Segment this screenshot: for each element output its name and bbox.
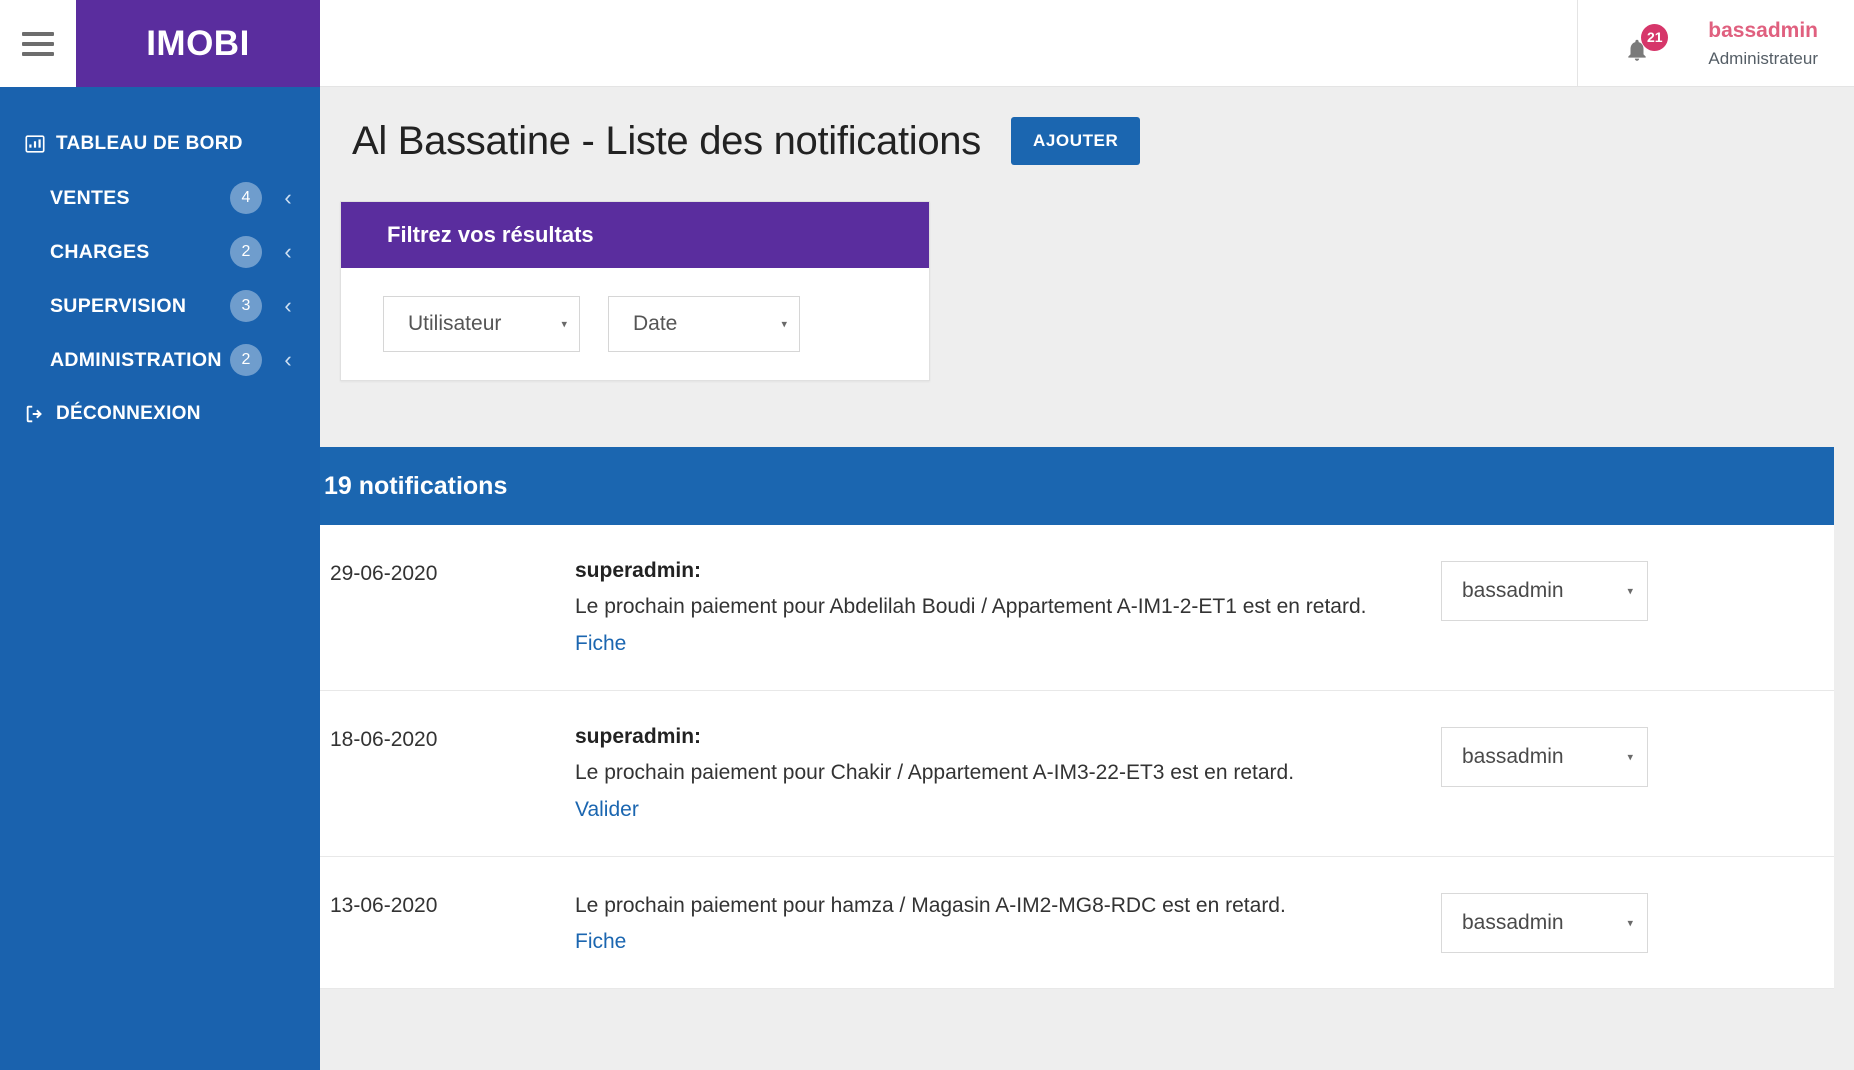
filter-card-body: Utilisateur ▾ Date ▾ (341, 268, 929, 380)
notification-action: bassadmin ▾ (1415, 725, 1648, 787)
notification-author: superadmin: (575, 559, 702, 582)
chevron-left-icon[interactable]: ‹ (280, 293, 296, 319)
sidebar-item-label: TABLEAU DE BORD (56, 133, 243, 154)
sidebar-badge-supervision: 3 (230, 290, 262, 322)
notification-date: 29-06-2020 (330, 562, 438, 585)
chevron-left-icon[interactable]: ‹ (280, 347, 296, 373)
sidebar-item-supervision[interactable]: SUPERVISION 3 ‹ (0, 279, 320, 333)
notification-link[interactable]: Fiche (575, 930, 626, 954)
sidebar-item-label: ADMINISTRATION (50, 348, 222, 371)
notification-message: Le prochain paiement pour Chakir / Appar… (575, 760, 1295, 784)
user-name: bassadmin (1708, 19, 1818, 43)
top-bar-right: 21 bassadmin Administrateur (1577, 0, 1854, 87)
filter-card: Filtrez vos résultats Utilisateur ▾ Date… (340, 201, 930, 381)
menu-toggle-button[interactable] (0, 0, 76, 87)
add-button[interactable]: AJOUTER (1010, 117, 1141, 165)
filter-date-select-value: Date (633, 312, 678, 335)
chevron-down-icon: ▾ (1627, 585, 1633, 598)
dashboard-chart-icon (22, 133, 48, 155)
table-row: 13-06-2020 Le prochain paiement pour ham… (320, 857, 1834, 990)
notification-assignee-value: bassadmin (1462, 910, 1564, 934)
sidebar-badge-charges: 2 (230, 236, 262, 268)
notification-assignee-value: bassadmin (1462, 579, 1564, 602)
filter-date-select[interactable]: Date ▾ (608, 296, 800, 352)
chevron-left-icon[interactable]: ‹ (280, 239, 296, 265)
chevron-down-icon: ▾ (1627, 751, 1633, 764)
filter-user-select-value: Utilisateur (408, 312, 502, 335)
chevron-down-icon: ▾ (1627, 917, 1633, 930)
hamburger-icon (22, 31, 54, 56)
sidebar-item-deconnexion[interactable]: DÉCONNEXION (0, 387, 320, 441)
sidebar-badge-ventes: 4 (230, 182, 262, 214)
notification-assignee-select[interactable]: bassadmin ▾ (1441, 726, 1648, 787)
sidebar-badge-administration: 2 (230, 344, 262, 376)
notification-body: superadmin: Le prochain paiement pour Ch… (575, 725, 1415, 822)
notification-assignee-value: bassadmin (1462, 744, 1564, 768)
sidebar-item-label: SUPERVISION (50, 294, 187, 317)
notification-link[interactable]: Fiche (575, 632, 626, 656)
table-row: 18-06-2020 superadmin: Le prochain paiem… (320, 691, 1834, 857)
main-content: Al Bassatine - Liste des notifications A… (320, 87, 1854, 1070)
notifications-list: 29-06-2020 superadmin: Le prochain paiem… (320, 525, 1834, 990)
notifications-count-header: 19 notifications (320, 447, 1834, 525)
top-bar: IMOBI 21 bassadmin Administrateur (0, 0, 1854, 87)
notification-date: 13-06-2020 (330, 893, 438, 917)
notifications-button[interactable]: 21 (1622, 23, 1669, 64)
filter-user-select[interactable]: Utilisateur ▾ (383, 296, 580, 352)
chevron-down-icon: ▾ (781, 318, 787, 331)
notification-body: Le prochain paiement pour hamza / Magasi… (575, 891, 1415, 955)
brand-logo-label: IMOBI (146, 23, 250, 63)
notification-link[interactable]: Valider (575, 798, 639, 822)
notifications-panel: 19 notifications 29-06-2020 superadmin: … (320, 447, 1834, 990)
notification-date: 18-06-2020 (330, 727, 438, 751)
notification-action: bassadmin ▾ (1415, 891, 1648, 953)
user-role: Administrateur (1708, 48, 1818, 68)
notification-message: Le prochain paiement pour Abdelilah Boud… (575, 595, 1367, 618)
sidebar-item-administration[interactable]: ADMINISTRATION 2 ‹ (0, 333, 320, 387)
user-menu[interactable]: bassadmin Administrateur (1708, 18, 1818, 69)
sidebar-item-label: DÉCONNEXION (56, 403, 201, 424)
page-header: Al Bassatine - Liste des notifications A… (320, 87, 1854, 165)
chevron-left-icon[interactable]: ‹ (280, 185, 296, 211)
app-root: IMOBI 21 bassadmin Administrateur TABLEA… (0, 0, 1854, 1070)
notification-action: bassadmin ▾ (1415, 559, 1648, 621)
notification-assignee-select[interactable]: bassadmin ▾ (1441, 892, 1648, 953)
notification-author: superadmin: (575, 724, 702, 748)
sidebar-item-charges[interactable]: CHARGES 2 ‹ (0, 225, 320, 279)
notification-assignee-select[interactable]: bassadmin ▾ (1441, 561, 1648, 621)
sidebar-item-ventes[interactable]: VENTES 4 ‹ (0, 171, 320, 225)
table-row: 29-06-2020 superadmin: Le prochain paiem… (320, 525, 1834, 691)
brand-logo[interactable]: IMOBI (76, 0, 320, 87)
sidebar-item-label: CHARGES (50, 240, 150, 263)
sidebar-item-tableau-de-bord[interactable]: TABLEAU DE BORD (0, 117, 320, 171)
notification-message: Le prochain paiement pour hamza / Magasi… (575, 893, 1286, 917)
filter-card-heading: Filtrez vos résultats (341, 202, 929, 268)
notification-body: superadmin: Le prochain paiement pour Ab… (575, 559, 1415, 656)
page-title: Al Bassatine - Liste des notifications (352, 118, 981, 163)
sidebar: TABLEAU DE BORD VENTES 4 ‹ CHARGES 2 ‹ S… (0, 87, 320, 1070)
top-bar-spacer (320, 0, 1577, 86)
logout-icon (22, 403, 48, 425)
chevron-down-icon: ▾ (561, 318, 567, 331)
sidebar-item-label: VENTES (50, 186, 130, 209)
notification-count-badge: 21 (1641, 23, 1669, 51)
